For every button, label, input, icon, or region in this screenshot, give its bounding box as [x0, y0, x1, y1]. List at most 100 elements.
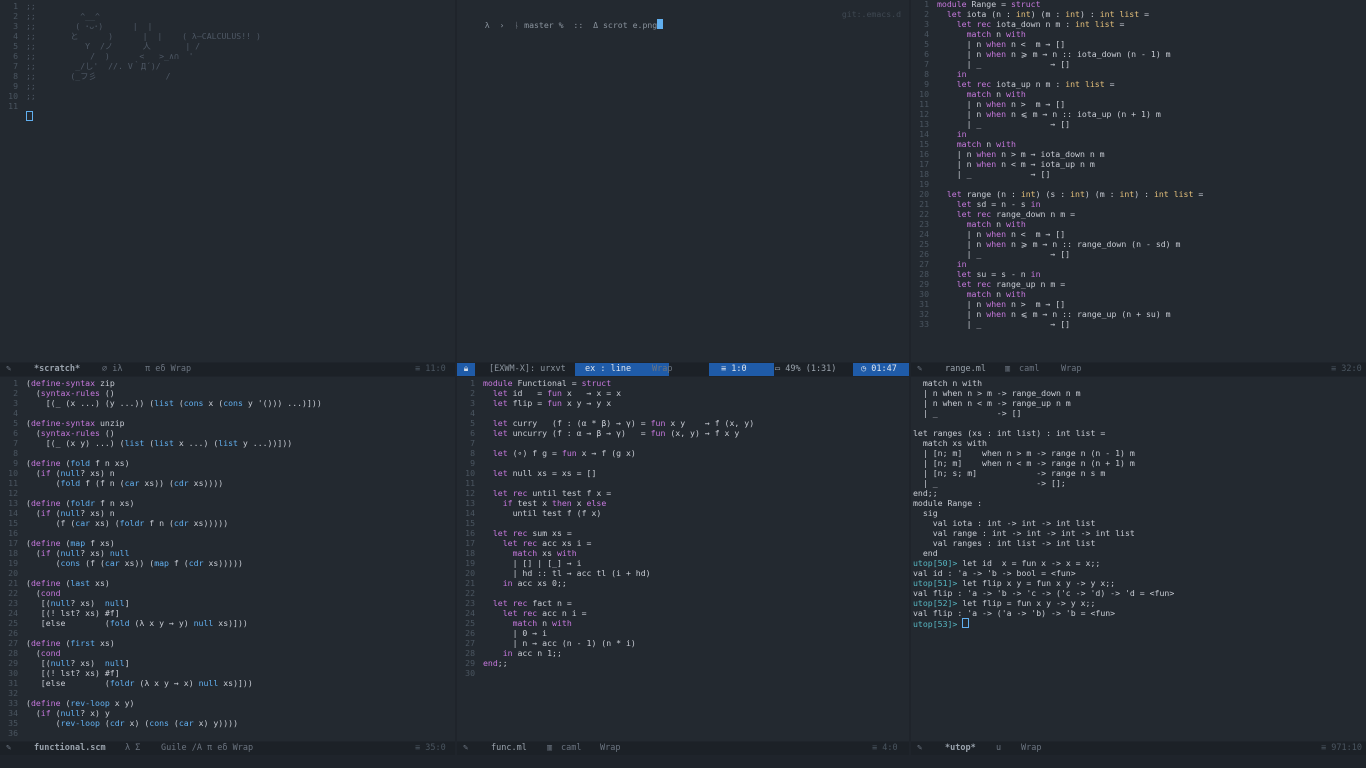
- code-line[interactable]: 13 | _ → []: [911, 119, 1203, 129]
- code-line[interactable]: 3 let rec iota_down n m : int list =: [911, 19, 1203, 29]
- code-line[interactable]: 24 | n when n < m → []: [911, 229, 1203, 239]
- code-line[interactable]: 22 (cond: [0, 588, 322, 598]
- code-line[interactable]: 5 let curry (f : (α * β) → γ) = fun x y …: [457, 418, 754, 428]
- code-line[interactable]: 10 let null xs = xs = []: [457, 468, 754, 478]
- code-line[interactable]: 29 [(null? xs) null]: [0, 658, 322, 668]
- code-line[interactable]: 33 | _ → []: [911, 319, 1203, 329]
- code-line[interactable]: | [n; m] when n > m -> range n (n - 1) m: [911, 448, 1174, 458]
- code-line[interactable]: 13 if test x then x else: [457, 498, 754, 508]
- code-line[interactable]: 7 [(_ (x y) ...) (list (list x ...) (lis…: [0, 438, 322, 448]
- code-line[interactable]: 30 match n with: [911, 289, 1203, 299]
- code-line[interactable]: sig: [911, 508, 1174, 518]
- code-line[interactable]: 27 (define (first xs): [0, 638, 322, 648]
- code-line[interactable]: 18 | _ → []: [911, 169, 1203, 179]
- code-line[interactable]: 24 let rec acc n i =: [457, 608, 754, 618]
- code-line[interactable]: 23 [(null? xs) null]: [0, 598, 322, 608]
- code-line[interactable]: 2 ;; ^__^: [0, 11, 261, 21]
- code-line[interactable]: 8 ;; (_フ彡 /: [0, 71, 261, 81]
- code-line[interactable]: 12: [0, 488, 322, 498]
- code-line[interactable]: 11 | n when n > m → []: [911, 99, 1203, 109]
- code-line[interactable]: 8: [0, 448, 322, 458]
- code-line[interactable]: 9 (define (fold f n xs): [0, 458, 322, 468]
- code-line[interactable]: 28 let su = s - n in: [911, 269, 1203, 279]
- code-line[interactable]: val iota : int -> int -> int list: [911, 518, 1174, 528]
- code-line[interactable]: 21 in acc xs 0;;: [457, 578, 754, 588]
- code-line[interactable]: 14 (if (null? xs) n: [0, 508, 322, 518]
- code-line[interactable]: 10;;: [0, 91, 261, 101]
- code-line[interactable]: 12 | n when n ⩽ m → n :: iota_up (n + 1)…: [911, 109, 1203, 119]
- code-line[interactable]: 30: [457, 668, 754, 678]
- shell-prompt[interactable]: λ › ᚿ master % :: Δ scrot e.png: [465, 9, 664, 30]
- code-line[interactable]: 19 (cons (f (car xs)) (map f (cdr xs))))…: [0, 558, 322, 568]
- code-line[interactable]: 7 ;; _/し' //. V｀Д´)/: [0, 61, 261, 71]
- code-line[interactable]: 9: [457, 458, 754, 468]
- code-line[interactable]: 11 (fold f (f n (car xs)) (cdr xs)))): [0, 478, 322, 488]
- code-line[interactable]: 34 (if (null? x) y: [0, 708, 322, 718]
- code-line[interactable]: | n when n > m -> range_down n m: [911, 388, 1174, 398]
- code-line[interactable]: 4 match n with: [911, 29, 1203, 39]
- code-line[interactable]: 31 | n when n > m → []: [911, 299, 1203, 309]
- code-line[interactable]: 17 (define (map f xs): [0, 538, 322, 548]
- code-line[interactable]: 8 let (∘) f g = fun x → f (g x): [457, 448, 754, 458]
- cursor-line[interactable]: [0, 111, 261, 121]
- range-ml-pane[interactable]: 1 module Range = struct 2 let iota (n : in…: [911, 0, 1366, 362]
- code-line[interactable]: 26 | 0 → i: [457, 628, 754, 638]
- code-line[interactable]: 33 (define (rev-loop x y): [0, 698, 322, 708]
- code-line[interactable]: [911, 418, 1174, 428]
- code-line[interactable]: 8 in: [911, 69, 1203, 79]
- code-line[interactable]: utop[53]>: [911, 618, 1174, 629]
- code-line[interactable]: 28 in acc n 1;;: [457, 648, 754, 658]
- code-line[interactable]: 22 let rec range_down n m =: [911, 209, 1203, 219]
- code-line[interactable]: 6 ;; / ) < >_∧∩ ': [0, 51, 261, 61]
- major-mode[interactable]: caml: [1019, 363, 1039, 376]
- code-line[interactable]: 27 in: [911, 259, 1203, 269]
- code-line[interactable]: 19 | [] | [_] → i: [457, 558, 754, 568]
- code-line[interactable]: 2 (syntax-rules (): [0, 388, 322, 398]
- terminal-pane[interactable]: λ › ᚿ master % :: Δ scrot e.png git:.ema…: [457, 0, 909, 362]
- functional-scm-pane[interactable]: 1 (define-syntax zip 2 (syntax-rules () 3 […: [0, 377, 455, 741]
- code-line[interactable]: 31 [else (foldr (λ x y → x) null xs)])): [0, 678, 322, 688]
- code-line[interactable]: 4 ;; と ) | | ( λ—CALCULUS!! ): [0, 31, 261, 41]
- code-line[interactable]: 15 (f (car xs) (foldr f n (cdr xs))))): [0, 518, 322, 528]
- code-line[interactable]: end: [911, 548, 1174, 558]
- code-line[interactable]: module Range :: [911, 498, 1174, 508]
- code-line[interactable]: 17 let rec acc xs i =: [457, 538, 754, 548]
- code-line[interactable]: 1 module Range = struct: [911, 0, 1203, 9]
- code-line[interactable]: 29 let rec range_up n m =: [911, 279, 1203, 289]
- code-line[interactable]: match n with: [911, 378, 1174, 388]
- code-line[interactable]: val flip : 'a -> 'b -> 'c -> ('c -> 'd) …: [911, 588, 1174, 598]
- code-line[interactable]: | [n; s; m] -> range n s m: [911, 468, 1174, 478]
- scratch-pane[interactable]: 1;; 2;; ^__^ 3;; ( ･ᴗ･) | | 4;; と ) | | ( λ…: [0, 0, 455, 362]
- code-line[interactable]: 7 | _ → []: [911, 59, 1203, 69]
- code-line[interactable]: 2 let id = fun x → x = x: [457, 388, 754, 398]
- code-line[interactable]: 1 (define-syntax zip: [0, 378, 322, 388]
- code-line[interactable]: 25 [else (fold (λ x y → y) null xs)])): [0, 618, 322, 628]
- buffer-name[interactable]: *scratch*: [34, 363, 80, 376]
- code-line[interactable]: 10 match n with: [911, 89, 1203, 99]
- code-line[interactable]: | _ -> []: [911, 408, 1174, 418]
- code-line[interactable]: val id : 'a -> 'b -> bool = <fun>: [911, 568, 1174, 578]
- code-line[interactable]: 23 let rec fact n =: [457, 598, 754, 608]
- code-line[interactable]: val ranges : int list -> int list: [911, 538, 1174, 548]
- code-line[interactable]: 35 (rev-loop (cdr x) (cons (car x) y)))): [0, 718, 322, 728]
- code-line[interactable]: 1 module Functional = struct: [457, 378, 754, 388]
- code-line[interactable]: 30 [(! lst? xs) #f]: [0, 668, 322, 678]
- code-line[interactable]: 9;;: [0, 81, 261, 91]
- code-line[interactable]: 18 (if (null? xs) null: [0, 548, 322, 558]
- code-line[interactable]: 15 match n with: [911, 139, 1203, 149]
- code-line[interactable]: 16 | n when n > m → iota_down n m: [911, 149, 1203, 159]
- code-line[interactable]: end;;: [911, 488, 1174, 498]
- code-line[interactable]: 28 (cond: [0, 648, 322, 658]
- code-line[interactable]: 6 let uncurry (f : α → β → γ) = fun (x, …: [457, 428, 754, 438]
- code-line[interactable]: | [n; m] when n < m -> range n (n + 1) m: [911, 458, 1174, 468]
- major-mode[interactable]: π eδ Wrap: [145, 363, 191, 376]
- major-mode[interactable]: Guile /A π eδ Wrap: [161, 742, 253, 755]
- code-line[interactable]: 7: [457, 438, 754, 448]
- code-line[interactable]: 22: [457, 588, 754, 598]
- code-line[interactable]: 36: [0, 728, 322, 738]
- code-line[interactable]: 11: [457, 478, 754, 488]
- code-line[interactable]: | _ -> [];: [911, 478, 1174, 488]
- code-line[interactable]: 19: [911, 179, 1203, 189]
- code-line[interactable]: val flip : 'a -> ('a -> 'b) -> 'b = <fun…: [911, 608, 1174, 618]
- code-line[interactable]: 20 let range (n : int) (s : int) (m : in…: [911, 189, 1203, 199]
